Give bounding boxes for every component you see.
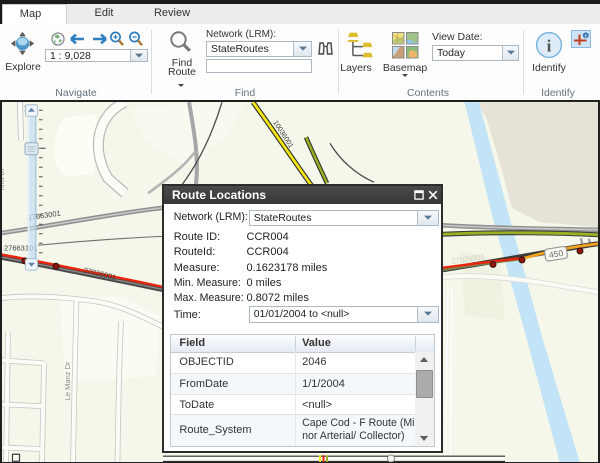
svg-text:Le Manz Dr: Le Manz Dr	[63, 361, 72, 400]
svg-text:i: i	[547, 37, 552, 56]
svg-text:nnis Dr: nnis Dr	[2, 167, 6, 190]
